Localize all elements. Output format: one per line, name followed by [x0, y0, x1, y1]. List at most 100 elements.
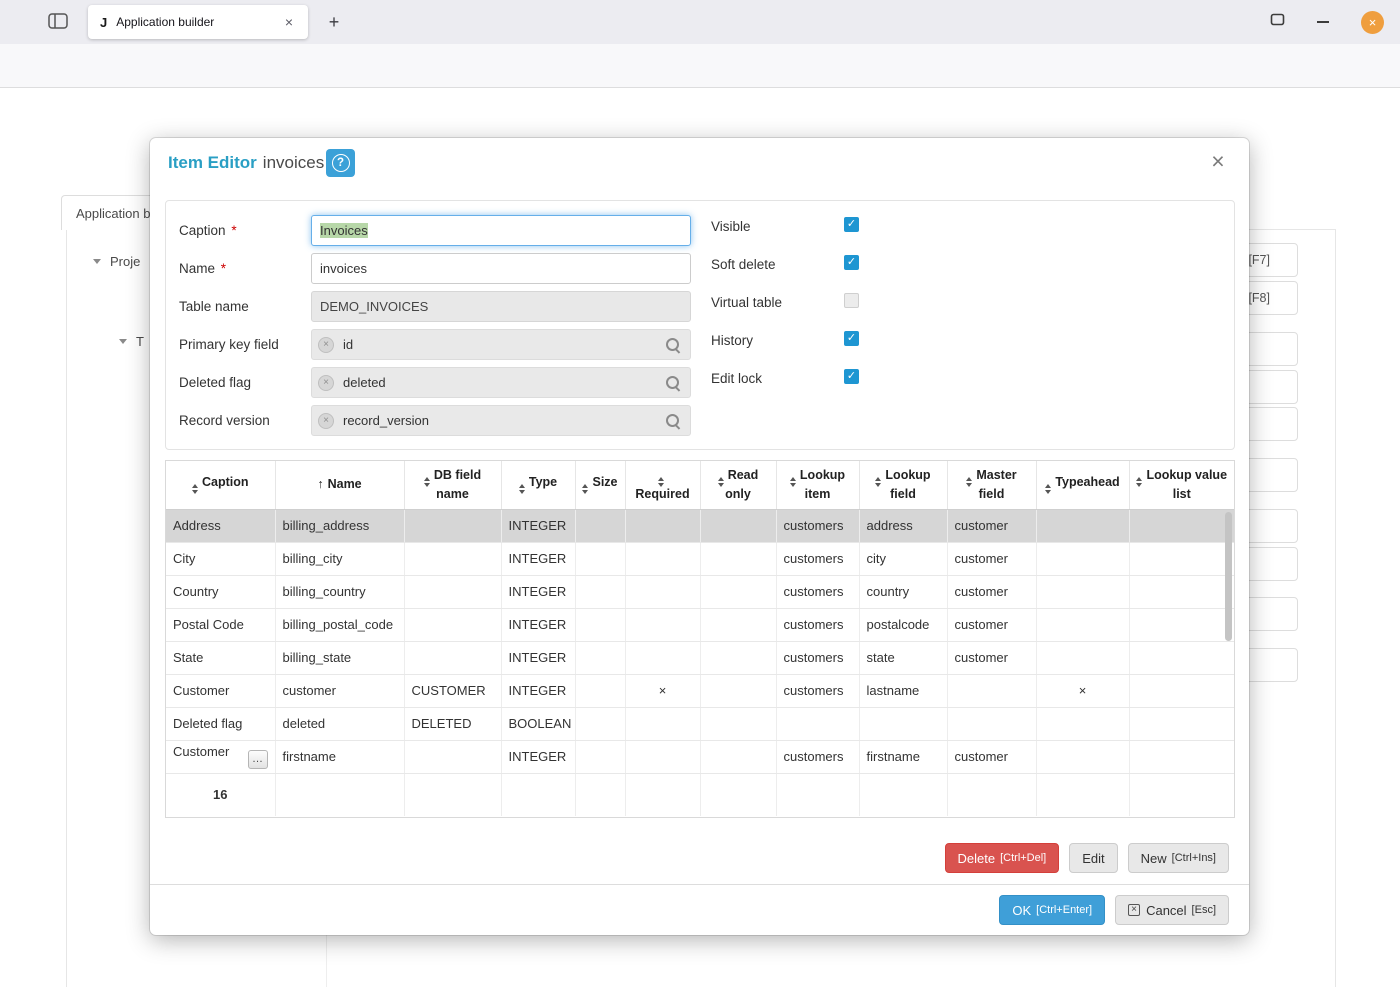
- grid-cell[interactable]: customer: [947, 509, 1036, 542]
- grid-cell[interactable]: address: [859, 509, 947, 542]
- search-icon[interactable]: [666, 338, 680, 352]
- grid-cell[interactable]: State: [166, 641, 275, 674]
- grid-cell[interactable]: customers: [776, 740, 859, 773]
- cancel-button[interactable]: Cancel[Esc]: [1115, 895, 1229, 925]
- grid-cell[interactable]: [625, 509, 700, 542]
- grid-column-header[interactable]: Lookup item: [776, 461, 859, 509]
- row-edit-button[interactable]: …: [248, 750, 268, 769]
- window-minimize-icon[interactable]: [1317, 21, 1329, 23]
- tab-overview-icon[interactable]: [48, 13, 68, 34]
- window-restore-icon[interactable]: [1270, 13, 1285, 31]
- grid-cell[interactable]: [625, 707, 700, 740]
- grid-cell[interactable]: [1036, 509, 1129, 542]
- grid-cell[interactable]: Customer: [166, 674, 275, 707]
- tree-node-projects[interactable]: Proje: [93, 254, 140, 269]
- grid-cell[interactable]: [1036, 608, 1129, 641]
- grid-cell[interactable]: customer: [275, 674, 404, 707]
- grid-cell[interactable]: CUSTOMER: [404, 674, 501, 707]
- grid-cell[interactable]: [404, 542, 501, 575]
- grid-cell[interactable]: [625, 608, 700, 641]
- grid-cell[interactable]: INTEGER: [501, 575, 575, 608]
- browser-tab[interactable]: J Application builder: [88, 5, 308, 39]
- checkbox-edit-lock[interactable]: [844, 369, 859, 384]
- tree-node-task[interactable]: T: [119, 334, 144, 349]
- grid-cell[interactable]: [700, 707, 776, 740]
- grid-row[interactable]: Citybilling_cityINTEGERcustomerscitycust…: [166, 542, 1234, 575]
- grid-cell[interactable]: firstname: [859, 740, 947, 773]
- grid-cell[interactable]: [625, 575, 700, 608]
- grid-cell[interactable]: postalcode: [859, 608, 947, 641]
- grid-cell[interactable]: [575, 575, 625, 608]
- grid-cell[interactable]: [575, 674, 625, 707]
- grid-cell[interactable]: ×: [625, 674, 700, 707]
- grid-cell[interactable]: [700, 641, 776, 674]
- grid-cell[interactable]: [575, 740, 625, 773]
- grid-cell[interactable]: [1036, 740, 1129, 773]
- grid-cell[interactable]: customers: [776, 674, 859, 707]
- grid-cell[interactable]: [1129, 707, 1234, 740]
- grid-cell[interactable]: billing_postal_code: [275, 608, 404, 641]
- grid-cell[interactable]: billing_state: [275, 641, 404, 674]
- grid-cell[interactable]: firstname: [275, 740, 404, 773]
- grid-cell[interactable]: billing_city: [275, 542, 404, 575]
- grid-cell[interactable]: customer: [947, 575, 1036, 608]
- grid-cell[interactable]: [1129, 542, 1234, 575]
- grid-column-header[interactable]: Read only: [700, 461, 776, 509]
- grid-cell[interactable]: customers: [776, 641, 859, 674]
- grid-cell[interactable]: customer: [947, 641, 1036, 674]
- grid-cell[interactable]: country: [859, 575, 947, 608]
- new-button[interactable]: New[Ctrl+Ins]: [1128, 843, 1229, 873]
- grid-cell[interactable]: [404, 608, 501, 641]
- checkbox-virtual-table[interactable]: [844, 293, 859, 308]
- grid-cell[interactable]: Address: [166, 509, 275, 542]
- primary-key-field-lookup[interactable]: id: [311, 329, 691, 360]
- new-tab-button[interactable]: [322, 10, 346, 34]
- grid-cell[interactable]: [1129, 575, 1234, 608]
- grid-column-header[interactable]: Size: [575, 461, 625, 509]
- grid-cell[interactable]: [947, 707, 1036, 740]
- grid-cell[interactable]: INTEGER: [501, 641, 575, 674]
- grid-cell[interactable]: [1036, 641, 1129, 674]
- grid-cell[interactable]: Country: [166, 575, 275, 608]
- grid-cell[interactable]: customers: [776, 542, 859, 575]
- delete-button[interactable]: Delete[Ctrl+Del]: [945, 843, 1060, 873]
- edit-button[interactable]: Edit: [1069, 843, 1117, 873]
- deleted-flag-lookup[interactable]: deleted: [311, 367, 691, 398]
- ok-button[interactable]: OK[Ctrl+Enter]: [999, 895, 1105, 925]
- grid-cell[interactable]: [776, 707, 859, 740]
- grid-cell[interactable]: [700, 740, 776, 773]
- grid-cell[interactable]: [700, 509, 776, 542]
- grid-column-header[interactable]: Type: [501, 461, 575, 509]
- grid-column-header[interactable]: Lookup value list: [1129, 461, 1234, 509]
- checkbox-history[interactable]: [844, 331, 859, 346]
- grid-cell[interactable]: [859, 707, 947, 740]
- grid-cell[interactable]: city: [859, 542, 947, 575]
- grid-cell[interactable]: [1129, 608, 1234, 641]
- grid-scrollbar[interactable]: [1225, 512, 1232, 641]
- window-close-icon[interactable]: [1361, 11, 1384, 34]
- grid-cell[interactable]: deleted: [275, 707, 404, 740]
- grid-cell[interactable]: customer: [947, 608, 1036, 641]
- grid-row[interactable]: Addressbilling_addressINTEGERcustomersad…: [166, 509, 1234, 542]
- grid-cell[interactable]: customer: [947, 740, 1036, 773]
- grid-cell[interactable]: [575, 641, 625, 674]
- grid-column-header[interactable]: Master field: [947, 461, 1036, 509]
- grid-column-header[interactable]: Typeahead: [1036, 461, 1129, 509]
- grid-cell[interactable]: Customer…: [166, 740, 275, 773]
- record-version-lookup[interactable]: record_version: [311, 405, 691, 436]
- grid-cell[interactable]: INTEGER: [501, 608, 575, 641]
- grid-cell[interactable]: [404, 740, 501, 773]
- grid-cell[interactable]: [1129, 641, 1234, 674]
- grid-cell[interactable]: [1129, 674, 1234, 707]
- grid-row[interactable]: Countrybilling_countryINTEGERcustomersco…: [166, 575, 1234, 608]
- grid-column-header[interactable]: Name: [275, 461, 404, 509]
- grid-cell[interactable]: [625, 641, 700, 674]
- grid-cell[interactable]: [700, 608, 776, 641]
- grid-cell[interactable]: [700, 542, 776, 575]
- grid-cell[interactable]: [700, 575, 776, 608]
- grid-cell[interactable]: INTEGER: [501, 542, 575, 575]
- grid-column-header[interactable]: Caption: [166, 461, 275, 509]
- grid-cell[interactable]: [575, 707, 625, 740]
- grid-cell[interactable]: [575, 509, 625, 542]
- clear-icon[interactable]: [318, 413, 334, 429]
